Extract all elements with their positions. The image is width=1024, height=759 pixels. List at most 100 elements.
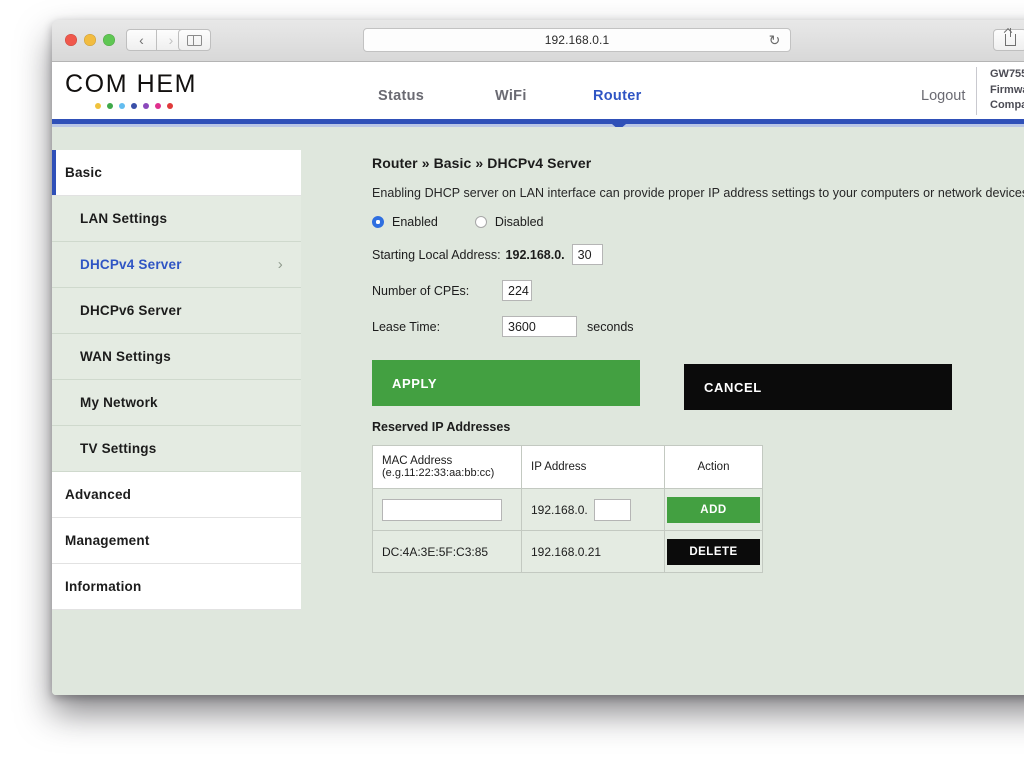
column-header-mac: MAC Address (e.g.11:22:33:aa:bb:cc) xyxy=(372,445,522,489)
sidebar-item-basic[interactable]: Basic xyxy=(52,150,301,196)
cell-action-add: ADD xyxy=(664,488,763,531)
radio-option-enabled[interactable]: Enabled xyxy=(372,215,438,229)
sidebar-item-dhcpv4-server[interactable]: DHCPv4 Server › xyxy=(52,242,301,288)
nav-item-router[interactable]: Router xyxy=(593,88,642,104)
table-body: 192.168.0. ADD DC:4A:3E:5F:C3:85 192.168… xyxy=(372,488,763,573)
sidebar-item-label: Basic xyxy=(65,165,103,180)
sidebar-item-label: TV Settings xyxy=(80,441,157,456)
brand-dot-6 xyxy=(155,103,161,109)
brand-dot-1 xyxy=(95,103,101,109)
number-of-cpes-input[interactable]: 224 xyxy=(502,280,532,301)
chevron-right-icon: › xyxy=(277,256,283,273)
add-button[interactable]: ADD xyxy=(667,496,760,523)
ip-suffix-input[interactable] xyxy=(593,498,631,521)
column-header-mac-title: MAC Address xyxy=(382,455,453,467)
apply-button[interactable]: APPLY xyxy=(372,360,640,406)
lease-time-units: seconds xyxy=(587,319,634,334)
mac-address-input[interactable] xyxy=(382,498,502,521)
radio-option-disabled[interactable]: Disabled xyxy=(474,215,544,229)
table-row: DC:4A:3E:5F:C3:85 192.168.0.21 DELETE xyxy=(372,530,763,573)
reserved-ip-table: MAC Address (e.g.11:22:33:aa:bb:cc) IP A… xyxy=(372,445,763,573)
radio-disabled-indicator[interactable] xyxy=(474,216,487,228)
brand-dot-7 xyxy=(167,103,173,109)
cell-mac-value: DC:4A:3E:5F:C3:85 xyxy=(372,530,522,573)
starting-address-label: Starting Local Address: xyxy=(372,247,501,262)
share-icon xyxy=(1004,28,1016,46)
sidebar-item-label: Advanced xyxy=(65,487,132,502)
minimize-window-button[interactable] xyxy=(84,34,96,46)
device-firmware: Firmwa xyxy=(990,83,1024,96)
device-info-block: GW7557 Firmwa Compal xyxy=(976,67,1024,115)
device-vendor: Compal xyxy=(990,99,1024,111)
sidebar-item-wan-settings[interactable]: WAN Settings xyxy=(52,334,301,380)
maximize-window-button[interactable] xyxy=(103,34,115,46)
reserved-ip-section-title: Reserved IP Addresses xyxy=(372,420,511,434)
starting-address-prefix: 192.168.0. xyxy=(505,247,565,262)
column-header-mac-hint: (e.g.11:22:33:aa:bb:cc) xyxy=(382,467,495,479)
sidebar-item-dhcpv6-server[interactable]: DHCPv6 Server xyxy=(52,288,301,334)
sidebar-nav: Basic LAN Settings DHCPv4 Server › DHCPv6 Se… xyxy=(52,150,301,610)
cancel-button[interactable]: CANCEL xyxy=(684,364,952,410)
brand-wordmark: COM HEM xyxy=(65,70,198,98)
lease-time-label: Lease Time: xyxy=(372,319,441,334)
radio-enabled-indicator[interactable] xyxy=(372,216,384,228)
sidebar-item-label: WAN Settings xyxy=(80,349,171,364)
cell-ip-value: 192.168.0.21 xyxy=(521,530,665,573)
cell-ip-input: 192.168.0. xyxy=(521,488,665,531)
sidebar-item-label: LAN Settings xyxy=(80,211,168,226)
sidebar-item-label: Management xyxy=(65,533,150,548)
number-of-cpes-label: Number of CPEs: xyxy=(372,283,470,298)
radio-disabled-label: Disabled xyxy=(494,215,544,229)
lease-time-input[interactable]: 3600 xyxy=(502,316,577,337)
brand-dot-3 xyxy=(119,103,125,109)
sidebar-item-my-network[interactable]: My Network xyxy=(52,380,301,426)
header-accent-bar xyxy=(52,119,1024,130)
brand-dots xyxy=(95,103,225,109)
url-text: 192.168.0.1 xyxy=(544,33,610,47)
back-button[interactable]: ‹ xyxy=(126,29,156,51)
page-body: Basic LAN Settings DHCPv4 Server › DHCPv6 Se… xyxy=(52,127,1024,695)
chevron-left-icon: ‹ xyxy=(139,32,144,48)
sidebar-item-management[interactable]: Management xyxy=(52,518,301,564)
column-header-ip: IP Address xyxy=(521,445,665,489)
field-row-starting-address: Starting Local Address: 192.168.0. 30 xyxy=(372,244,1024,265)
reload-icon[interactable]: ↻ xyxy=(767,33,782,48)
sidebar-item-tv-settings[interactable]: TV Settings xyxy=(52,426,301,472)
dhcp-enable-radio-group: Enabled Disabled xyxy=(372,215,1024,229)
brand-dot-4 xyxy=(131,103,137,109)
sidebar-item-information[interactable]: Information xyxy=(52,564,301,610)
radio-enabled-label: Enabled xyxy=(392,215,438,229)
logout-link[interactable]: Logout xyxy=(921,88,965,104)
main-content: Router » Basic » DHCPv4 Server Enabling … xyxy=(372,155,1024,573)
cell-action-delete: DELETE xyxy=(664,530,763,573)
browser-window: ‹ › 192.168.0.1 ↻ COM HEM Status WiFi Ro… xyxy=(52,20,1024,695)
sidebar-item-label: My Network xyxy=(80,395,158,410)
site-header: COM HEM Status WiFi Router Logout GW7557… xyxy=(52,62,1024,119)
brand-dot-2 xyxy=(107,103,113,109)
brand-dot-5 xyxy=(143,103,149,109)
field-row-lease-time: Lease Time: 3600 seconds xyxy=(372,316,1024,337)
sidebar-item-advanced[interactable]: Advanced xyxy=(52,472,301,518)
brand-logo[interactable]: COM HEM xyxy=(65,70,225,109)
sidebar-item-lan-settings[interactable]: LAN Settings xyxy=(52,196,301,242)
nav-item-wifi[interactable]: WiFi xyxy=(495,88,527,104)
share-button[interactable] xyxy=(993,28,1024,51)
table-header-row: MAC Address (e.g.11:22:33:aa:bb:cc) IP A… xyxy=(372,445,763,489)
starting-address-input[interactable]: 30 xyxy=(571,244,603,265)
form-action-buttons: APPLY CANCEL xyxy=(372,360,1024,412)
address-bar[interactable]: 192.168.0.1 ↻ xyxy=(363,28,791,52)
nav-item-status[interactable]: Status xyxy=(378,88,424,104)
sidebar-toggle-button[interactable] xyxy=(178,29,211,51)
close-window-button[interactable] xyxy=(65,34,77,46)
delete-button[interactable]: DELETE xyxy=(667,538,760,565)
table-header: MAC Address (e.g.11:22:33:aa:bb:cc) IP A… xyxy=(372,445,763,489)
cell-mac-input xyxy=(372,488,522,531)
column-header-action: Action xyxy=(664,445,763,489)
sidebar-toggle-icon xyxy=(187,34,202,46)
page-description: Enabling DHCP server on LAN interface ca… xyxy=(372,186,1024,200)
breadcrumb: Router » Basic » DHCPv4 Server xyxy=(372,155,592,171)
table-row-add: 192.168.0. ADD xyxy=(372,488,763,531)
page-viewport: COM HEM Status WiFi Router Logout GW7557… xyxy=(52,62,1024,695)
sidebar-item-label: DHCPv4 Server xyxy=(80,257,182,272)
browser-toolbar: ‹ › 192.168.0.1 ↻ xyxy=(52,20,1024,62)
